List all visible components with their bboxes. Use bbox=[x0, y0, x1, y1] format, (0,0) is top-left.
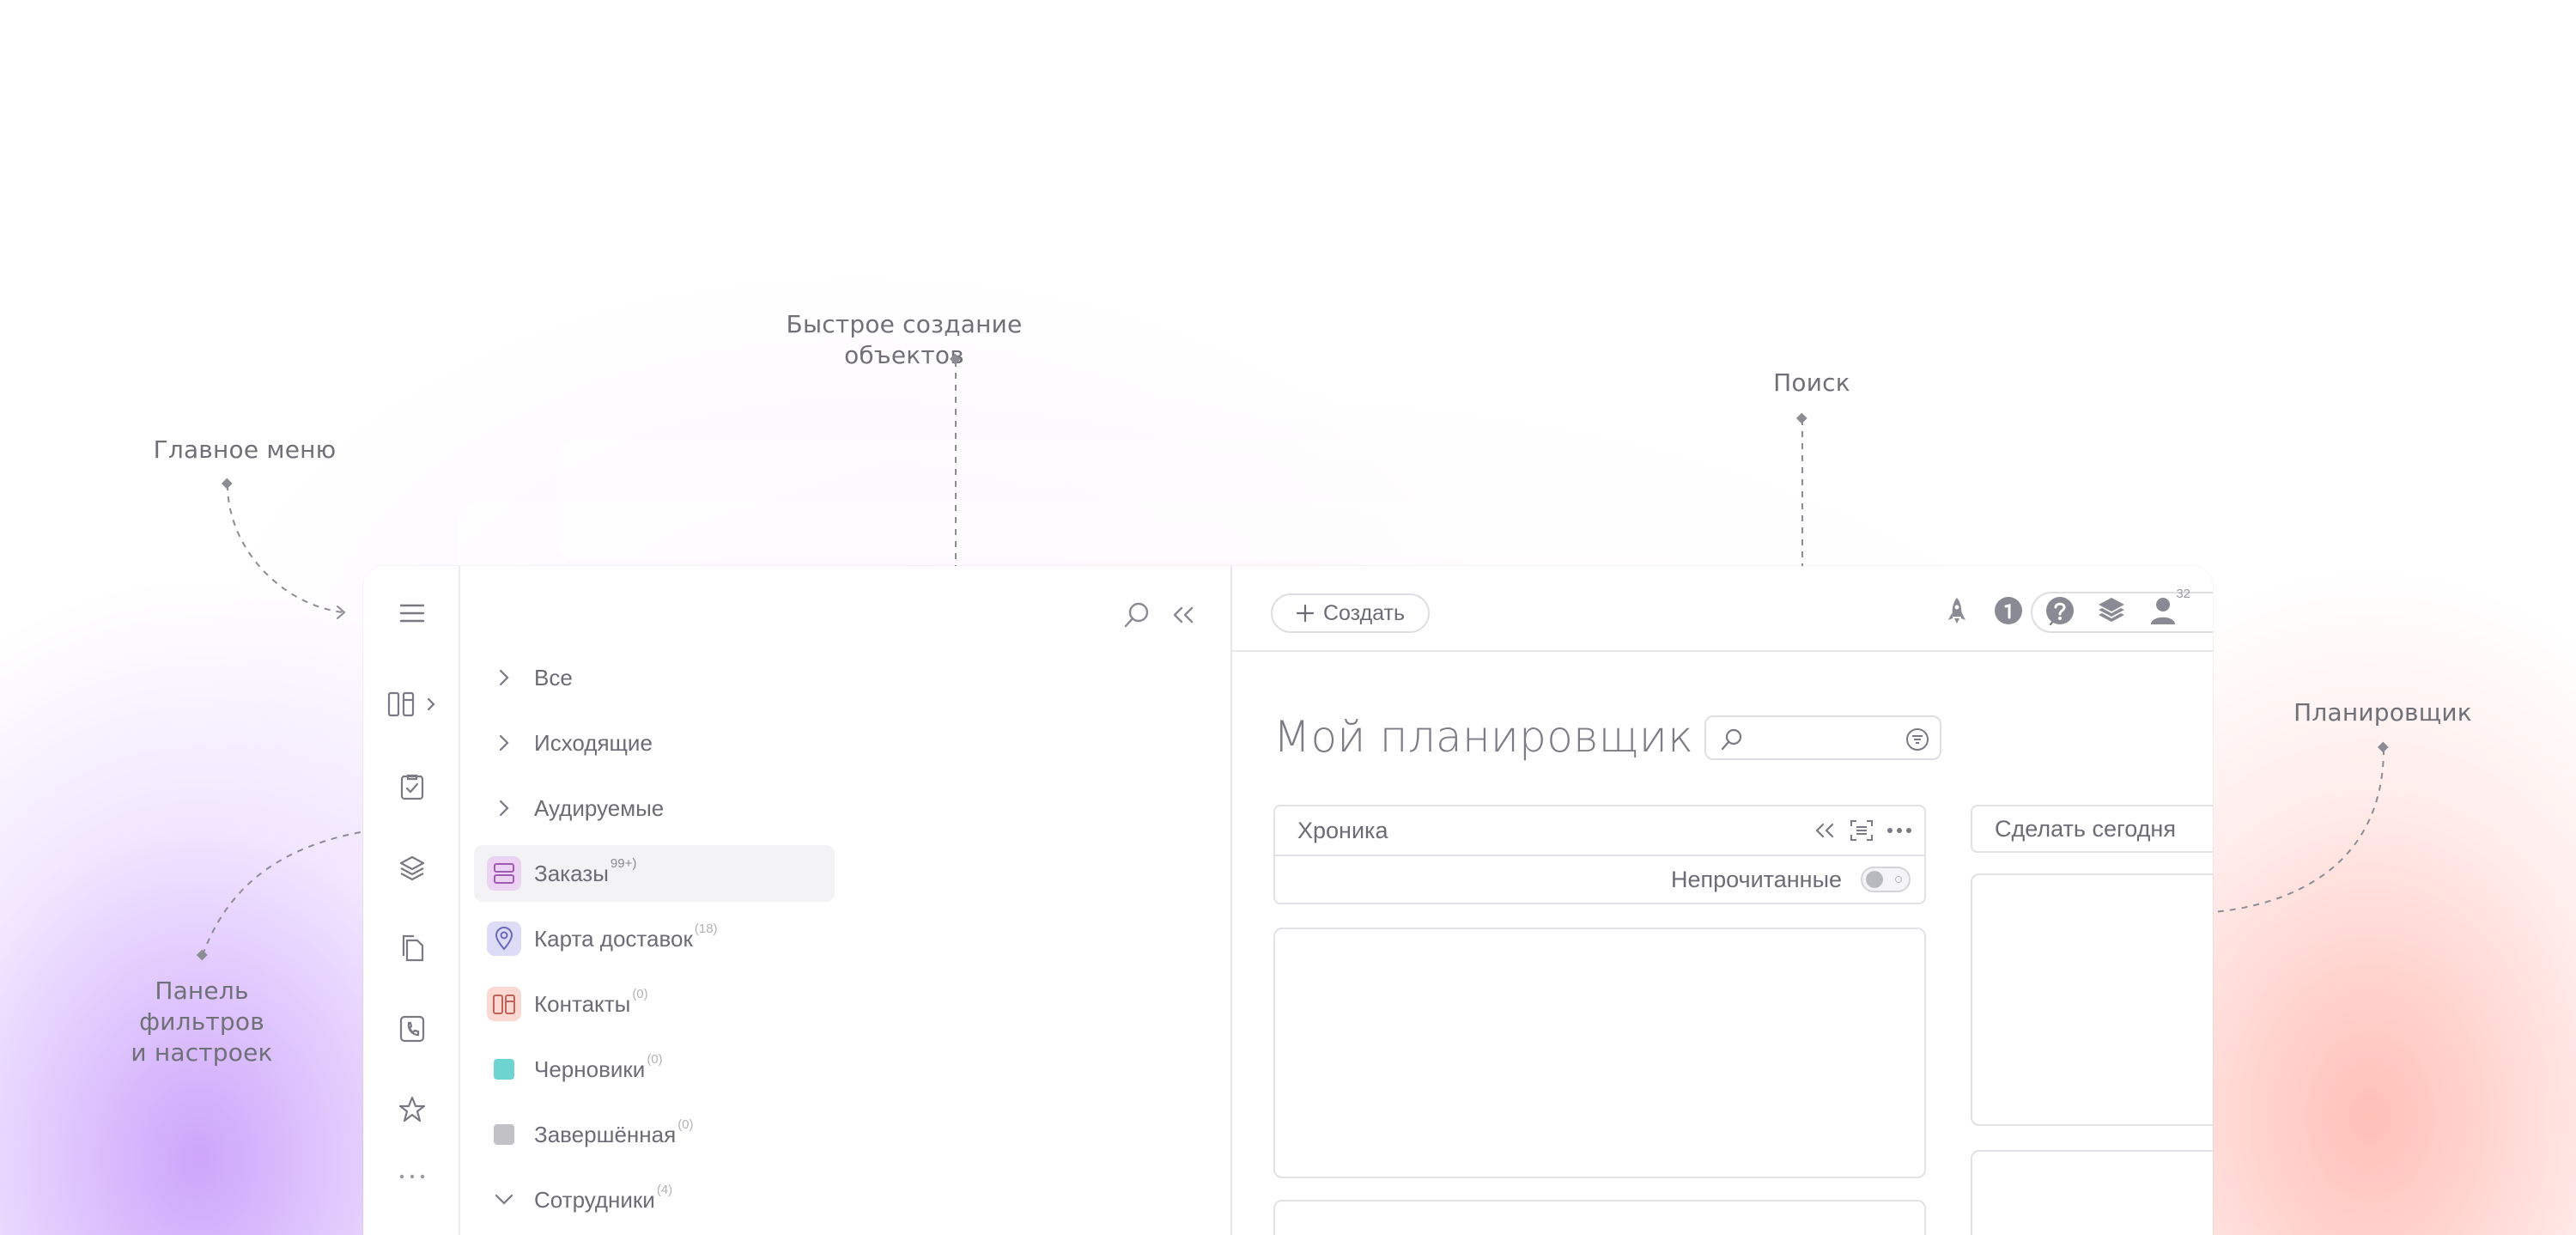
unread-toggle[interactable] bbox=[1861, 867, 1911, 892]
rail-boards-button[interactable] bbox=[363, 683, 460, 726]
timeline-title: Хроника bbox=[1297, 817, 1388, 843]
filter-item-label: Завершённая bbox=[534, 1121, 677, 1147]
filter-item-audited[interactable]: Аудируемые bbox=[474, 780, 835, 837]
app-window: Все Исходящие Аудируемые Заказы 99+) Карт… bbox=[363, 566, 2213, 1235]
color-square bbox=[494, 1059, 514, 1080]
filter-item-outgoing[interactable]: Исходящие bbox=[474, 715, 835, 771]
page-title: Мой планировщик bbox=[1273, 712, 1694, 762]
filter-item-label: Черновики bbox=[534, 1056, 646, 1082]
filter-item-label: Все bbox=[534, 664, 573, 691]
filter-item-contacts[interactable]: Контакты (0) bbox=[474, 976, 835, 1032]
collapse-icon[interactable] bbox=[1813, 820, 1837, 841]
rail-phonebook-button[interactable] bbox=[363, 1007, 460, 1050]
more-icon bbox=[399, 1174, 424, 1179]
info-icon bbox=[1995, 597, 2022, 624]
annotation-filters-panel: Панель фильтров и настроек bbox=[131, 976, 273, 1067]
documents-icon bbox=[402, 934, 423, 962]
unread-label: Непрочитанные bbox=[1670, 866, 1842, 892]
top-bar: Создать 32 bbox=[1232, 566, 2213, 652]
plus-icon bbox=[1296, 604, 1315, 623]
top-bar-icons: 32 bbox=[1940, 587, 2190, 628]
annotation-search: Поиск bbox=[1773, 368, 1850, 397]
map-pin-icon bbox=[487, 922, 521, 956]
create-button-label: Создать bbox=[1322, 600, 1405, 625]
today-title: Сделать сегодня bbox=[1995, 815, 2176, 842]
color-square bbox=[494, 1124, 514, 1145]
filter-item-all[interactable]: Все bbox=[474, 649, 835, 706]
filters-panel: Все Исходящие Аудируемые Заказы 99+) Карт… bbox=[460, 566, 1232, 1235]
chevron-right-icon bbox=[499, 669, 509, 686]
fit-view-icon[interactable] bbox=[1849, 818, 1874, 843]
star-icon bbox=[398, 1096, 425, 1122]
main-content: Мой планировщик Хроника Непрочитанные Сд… bbox=[1232, 654, 2213, 1235]
filter-item-label: Аудируемые bbox=[534, 794, 665, 821]
search-icon bbox=[1721, 728, 1742, 751]
today-panel-header: Сделать сегодня bbox=[1971, 805, 2213, 853]
help-button[interactable] bbox=[2043, 593, 2077, 628]
timeline-card bbox=[1273, 1200, 1926, 1235]
create-button[interactable]: Создать bbox=[1271, 593, 1430, 633]
rail-tasks-button[interactable] bbox=[363, 765, 460, 808]
filter-item-drafts[interactable]: Черновики (0) bbox=[474, 1041, 835, 1098]
search-icon[interactable] bbox=[1122, 600, 1151, 630]
filter-item-label: Карта доставок bbox=[534, 925, 693, 952]
filter-item-orders[interactable]: Заказы 99+) bbox=[474, 845, 835, 902]
layers-button[interactable] bbox=[2094, 593, 2129, 628]
annotation-planner: Планировщик bbox=[2293, 698, 2472, 727]
timeline-panel-tools bbox=[1813, 818, 1912, 843]
rail-more-button[interactable] bbox=[363, 1155, 460, 1198]
filter-item-employees[interactable]: Сотрудники (4) bbox=[474, 1171, 835, 1228]
menu-button[interactable] bbox=[363, 592, 460, 635]
contacts-icon bbox=[487, 987, 521, 1021]
filter-item-label: Заказы bbox=[534, 860, 609, 886]
filter-item-count: 99+) bbox=[610, 855, 637, 871]
boards-icon bbox=[387, 691, 435, 717]
user-button[interactable]: 32 bbox=[2146, 587, 2190, 628]
today-card bbox=[1971, 873, 2213, 1126]
filter-item-count: (0) bbox=[647, 1051, 663, 1067]
rocket-button[interactable] bbox=[1940, 593, 1974, 628]
annotation-main-menu: Главное меню bbox=[153, 435, 337, 464]
chevron-right-icon bbox=[499, 800, 509, 817]
planner-search-input[interactable] bbox=[1704, 715, 1941, 760]
filter-item-count: (18) bbox=[694, 921, 718, 936]
filter-item-label: Контакты bbox=[534, 990, 631, 1017]
timeline-unread-row: Непрочитанные bbox=[1273, 856, 1926, 904]
layers-icon bbox=[399, 855, 424, 881]
filter-item-completed[interactable]: Завершённая (0) bbox=[474, 1106, 835, 1163]
user-icon bbox=[2151, 598, 2175, 624]
menu-icon bbox=[399, 604, 424, 623]
timeline-card bbox=[1273, 928, 1926, 1178]
user-count-badge: 32 bbox=[2176, 587, 2190, 601]
annotation-quick-create: Быстрое создание объектов bbox=[786, 310, 1023, 369]
rail-favorites-button[interactable] bbox=[363, 1088, 460, 1131]
phone-book-icon bbox=[399, 1015, 424, 1043]
filter-item-count: (0) bbox=[677, 1116, 694, 1132]
filter-item-count: (4) bbox=[656, 1182, 673, 1197]
rail-documents-button[interactable] bbox=[363, 927, 460, 970]
main-menu-rail bbox=[363, 566, 460, 1235]
orders-icon bbox=[487, 856, 521, 891]
filters-panel-tools bbox=[1122, 600, 1196, 630]
chevron-right-icon bbox=[499, 734, 509, 751]
filter-item-label: Исходящие bbox=[534, 729, 653, 756]
filter-item-count: (0) bbox=[632, 986, 648, 1001]
today-card bbox=[1971, 1150, 2213, 1235]
info-button[interactable] bbox=[1991, 593, 2026, 628]
filter-item-delivery-map[interactable]: Карта доставок (18) bbox=[474, 910, 835, 967]
help-icon bbox=[2046, 597, 2074, 624]
more-icon[interactable] bbox=[1886, 826, 1912, 835]
rocket-icon bbox=[1948, 598, 1965, 624]
collapse-panel-icon[interactable] bbox=[1170, 605, 1196, 625]
filter-icon[interactable] bbox=[1905, 727, 1929, 751]
layers-icon bbox=[2099, 598, 2124, 622]
timeline-panel-header: Хроника bbox=[1273, 805, 1926, 856]
chevron-down-icon bbox=[495, 1194, 513, 1205]
task-check-icon bbox=[400, 774, 423, 800]
filter-item-label: Сотрудники bbox=[534, 1186, 655, 1213]
rail-layers-button[interactable] bbox=[363, 846, 460, 889]
